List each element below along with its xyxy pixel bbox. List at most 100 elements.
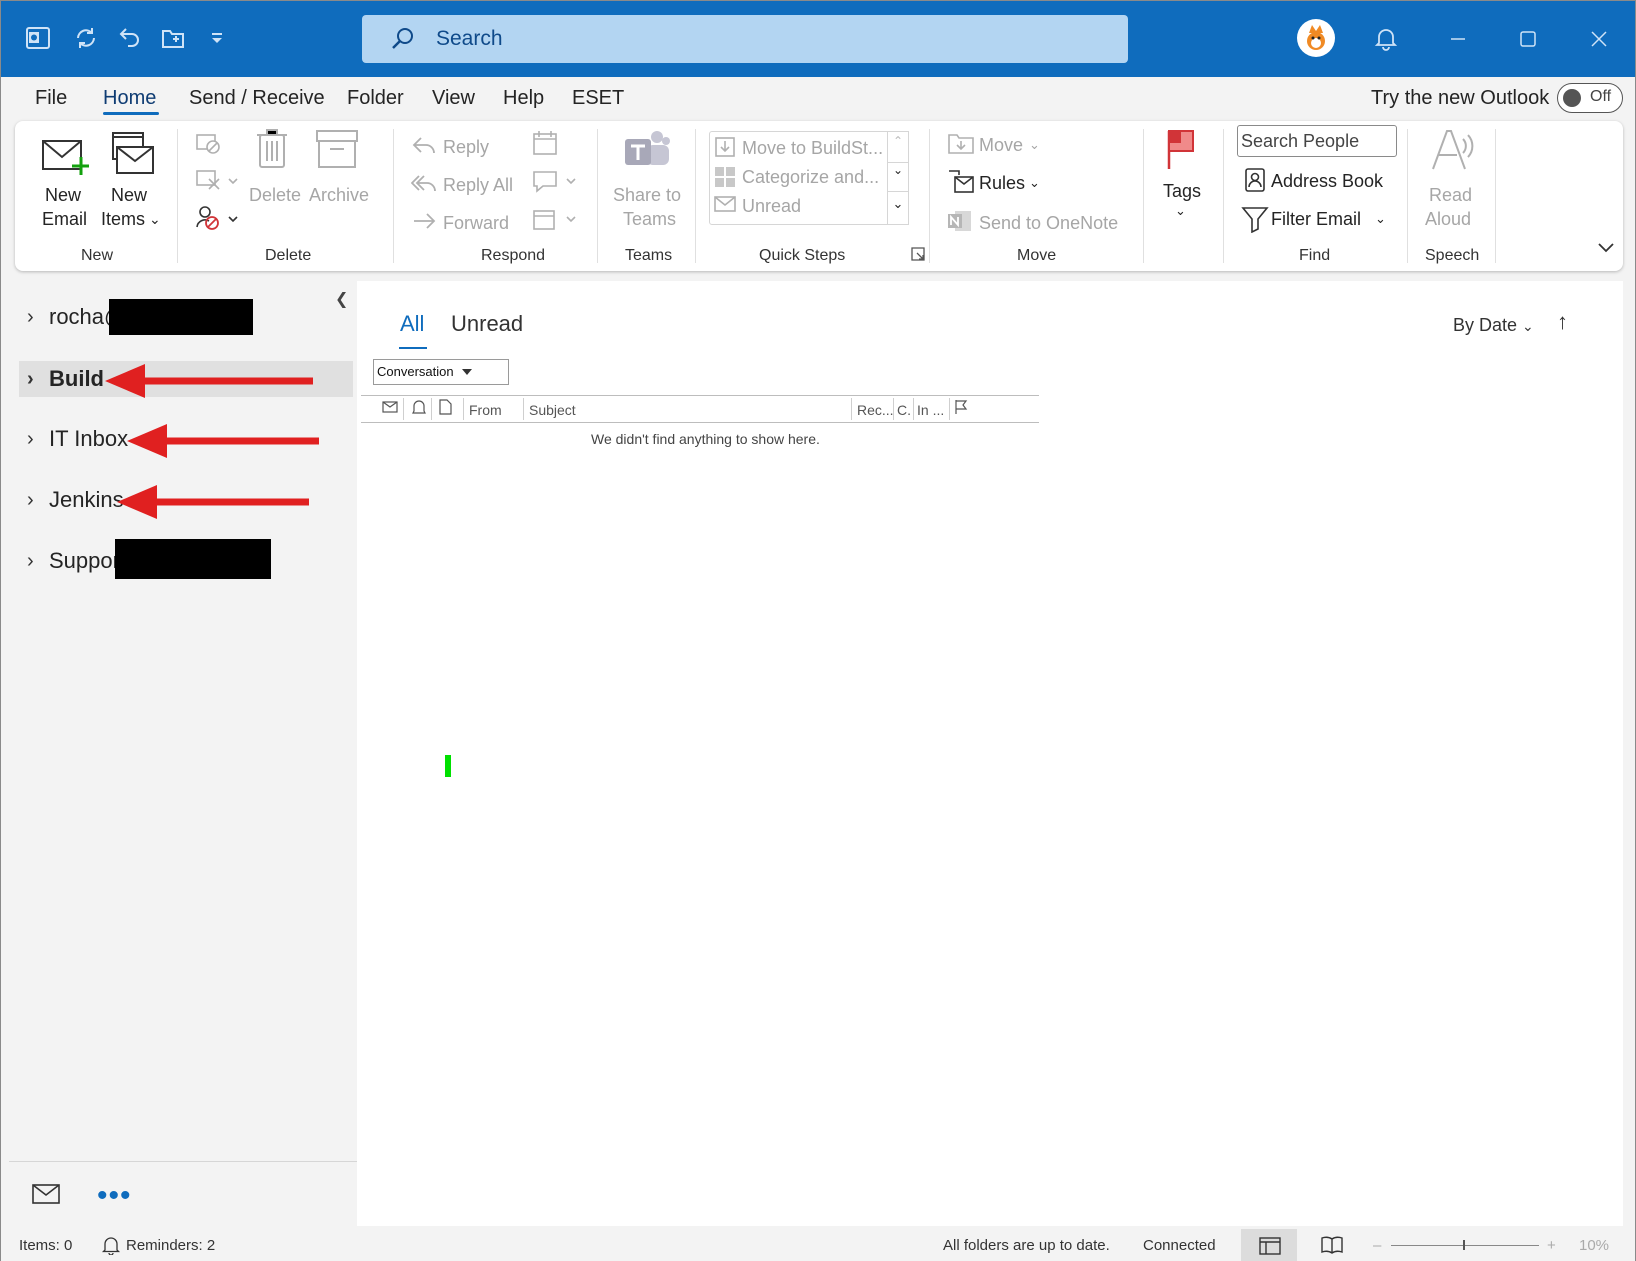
column-header-row: From Subject Rec... C. In ...	[361, 395, 1039, 423]
column-in-folder[interactable]: In ...	[917, 402, 944, 418]
share-to-teams-label-2[interactable]: Teams	[623, 207, 676, 231]
tab-help[interactable]: Help	[503, 87, 544, 110]
filter-tab-all[interactable]: All	[400, 311, 424, 337]
column-received[interactable]: Rec...	[857, 402, 894, 418]
archive-button[interactable]: Archive	[309, 183, 369, 207]
customize-icon[interactable]	[202, 23, 232, 53]
dialog-launcher-icon[interactable]	[911, 247, 925, 261]
share-to-teams-label-1[interactable]: Share to	[613, 183, 681, 207]
quick-step-move-to-buildst[interactable]: Move to BuildSt...	[742, 136, 883, 160]
delete-icon	[255, 127, 289, 171]
quick-step-categorize[interactable]: Categorize and...	[742, 165, 879, 189]
new-items-label-1[interactable]: New	[111, 183, 147, 207]
new-email-label-1[interactable]: New	[45, 183, 81, 207]
close-button[interactable]	[1581, 21, 1617, 57]
outlook-icon	[23, 23, 53, 53]
reply-button[interactable]: Reply	[443, 135, 489, 159]
folder-icon[interactable]	[158, 23, 188, 53]
read-aloud-label-2[interactable]: Aloud	[1425, 207, 1471, 231]
mail-icon[interactable]	[31, 1183, 61, 1210]
try-new-outlook-toggle[interactable]: Off	[1557, 83, 1623, 113]
chevron-down-icon: ⌄	[1029, 137, 1040, 152]
zoom-level[interactable]: 10%	[1579, 1237, 1609, 1254]
reply-all-button[interactable]: Reply All	[443, 173, 513, 197]
quick-steps-scroll[interactable]: ⌄ ⌃ ⌄	[887, 131, 909, 225]
envelope-column-icon[interactable]	[381, 398, 401, 419]
move-to-folder-icon	[714, 136, 736, 158]
reading-view-icon[interactable]	[1321, 1235, 1343, 1259]
maximize-button[interactable]	[1510, 21, 1546, 57]
chevron-down-icon[interactable]: ⌄	[888, 162, 908, 192]
column-from[interactable]: From	[469, 402, 502, 418]
group-label-speech: Speech	[1425, 247, 1480, 264]
tab-file[interactable]: File	[35, 87, 67, 110]
connection-status: Connected	[1143, 1237, 1216, 1254]
tab-folder[interactable]: Folder	[347, 87, 404, 110]
minimize-button[interactable]	[1440, 21, 1476, 57]
sync-status: All folders are up to date.	[943, 1237, 1110, 1254]
zoom-slider-track[interactable]	[1391, 1245, 1539, 1246]
tab-view[interactable]: View	[432, 87, 475, 110]
flag-column-icon[interactable]	[953, 398, 969, 419]
quick-step-unread[interactable]: Unread	[742, 194, 801, 218]
normal-view-button[interactable]	[1241, 1229, 1297, 1261]
reminders-count[interactable]: Reminders: 2	[126, 1237, 215, 1254]
tab-send-receive[interactable]: Send / Receive	[189, 87, 325, 110]
column-separator	[949, 398, 950, 420]
reminder-column-icon[interactable]	[409, 398, 429, 419]
filter-tab-unread[interactable]: Unread	[451, 311, 523, 337]
sync-icon[interactable]	[71, 23, 101, 53]
column-category[interactable]: C.	[897, 402, 911, 418]
chevron-right-icon: ›	[27, 488, 34, 511]
more-respond-icon	[531, 207, 581, 233]
sort-direction-icon[interactable]: ↑	[1557, 309, 1568, 335]
new-items-label-2[interactable]: Items	[101, 207, 145, 231]
chevron-up-icon[interactable]: ⌃	[888, 134, 908, 148]
new-email-label-2[interactable]: Email	[42, 207, 87, 231]
active-filter-indicator	[399, 347, 427, 349]
toggle-knob	[1563, 89, 1581, 107]
filter-email-button[interactable]: Filter Email	[1271, 207, 1361, 231]
sort-by-dropdown[interactable]: By Date ⌄	[1453, 315, 1534, 336]
ignore-icon	[195, 131, 223, 157]
zoom-in-button[interactable]: +	[1547, 1237, 1556, 1254]
folder-label: Build	[49, 366, 104, 391]
expand-gallery-icon[interactable]: ⌄	[888, 196, 908, 212]
undo-icon[interactable]	[114, 23, 144, 53]
column-separator	[463, 398, 464, 420]
folder-pane: ❮ › rocha@ › Build › IT Inbox › Jenkins …	[9, 281, 357, 1226]
bell-icon[interactable]	[1371, 23, 1401, 53]
search-people-input[interactable]: Search People	[1237, 125, 1397, 157]
junk-icon[interactable]	[195, 203, 241, 231]
attachment-column-icon[interactable]	[437, 398, 453, 419]
arrangement-dropdown[interactable]: Conversation	[373, 359, 509, 385]
address-book-button[interactable]: Address Book	[1271, 169, 1383, 193]
read-aloud-label-1[interactable]: Read	[1429, 183, 1472, 207]
active-tab-indicator	[103, 112, 159, 115]
archive-icon	[315, 129, 359, 169]
categorize-icon	[714, 166, 736, 188]
send-to-onenote-button[interactable]: Send to OneNote	[979, 211, 1118, 235]
chevron-down-icon: ⌄	[1175, 203, 1186, 218]
more-apps-icon[interactable]: •••	[97, 1179, 132, 1213]
dropdown-caret-icon	[462, 369, 472, 375]
chevron-right-icon: ›	[27, 549, 34, 572]
ribbon: New Email New Items ⌄ New Delete Archive…	[15, 121, 1623, 271]
column-subject[interactable]: Subject	[529, 402, 576, 418]
move-button[interactable]: Move	[979, 133, 1023, 157]
search-input[interactable]: Search	[362, 15, 1128, 63]
rules-button[interactable]: Rules	[979, 171, 1025, 195]
zoom-slider-thumb[interactable]	[1463, 1240, 1465, 1250]
avatar[interactable]	[1297, 19, 1335, 57]
tab-home[interactable]: Home	[103, 87, 156, 110]
group-label-delete: Delete	[265, 247, 312, 264]
reply-icon	[411, 135, 437, 157]
delete-button[interactable]: Delete	[249, 183, 301, 207]
group-divider	[177, 129, 178, 263]
tab-eset[interactable]: ESET	[572, 87, 624, 110]
zoom-out-button[interactable]: –	[1373, 1237, 1381, 1254]
column-separator	[851, 398, 852, 420]
ribbon-collapse-icon[interactable]	[1597, 241, 1615, 255]
group-divider	[929, 129, 930, 263]
forward-button[interactable]: Forward	[443, 211, 509, 235]
